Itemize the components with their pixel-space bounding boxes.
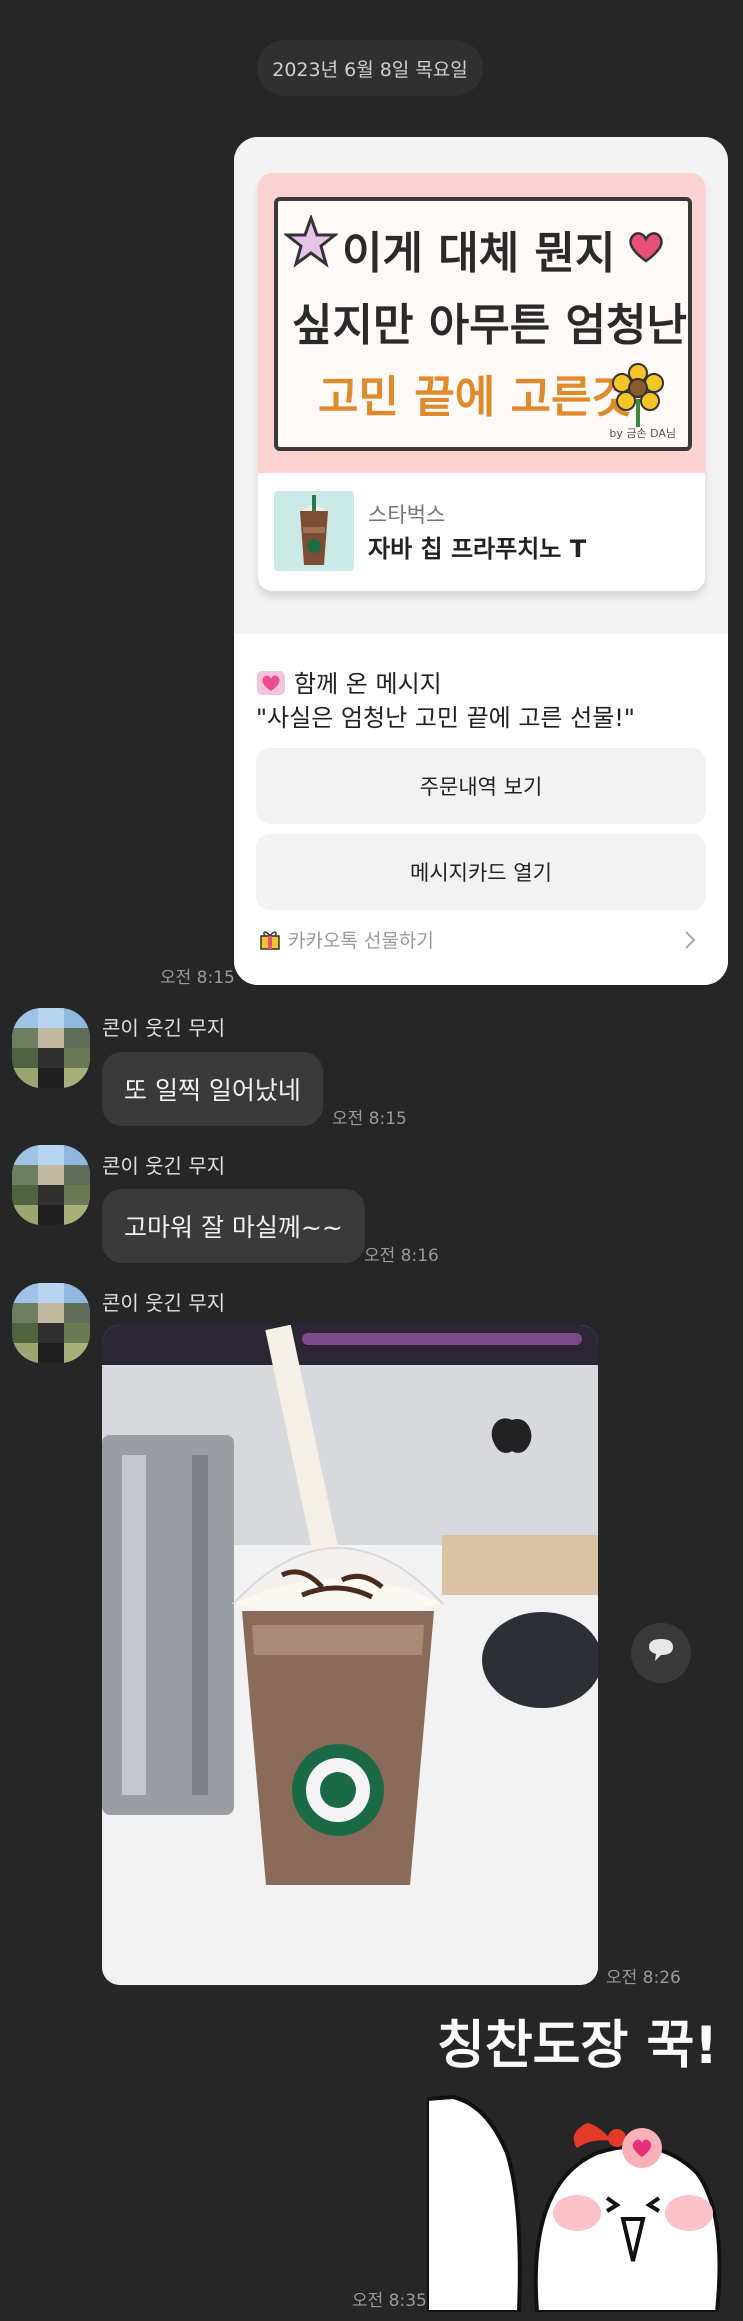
sender-name: 콘이 웃긴 무지 bbox=[102, 1154, 226, 1178]
date-divider: 2023년 6월 8일 목요일 bbox=[257, 40, 483, 96]
message-time: 오전 8:15 bbox=[160, 968, 235, 988]
frappuccino-image bbox=[300, 495, 328, 565]
gift-box-icon bbox=[260, 931, 280, 950]
chevron-right-icon bbox=[685, 931, 696, 949]
view-order-button[interactable]: 주문내역 보기 bbox=[256, 748, 706, 824]
gift-card-body: 함께 온 메시지 "사실은 엄청난 고민 끝에 고른 선물!" 주문내역 보기 … bbox=[234, 634, 728, 985]
note-header: 함께 온 메시지 bbox=[294, 670, 442, 698]
sender-name: 콘이 웃긴 무지 bbox=[102, 1016, 226, 1040]
kakao-gift-label: 카카오톡 선물하기 bbox=[288, 930, 434, 952]
sender-name: 콘이 웃긴 무지 bbox=[102, 1291, 226, 1315]
speech-bubble-icon bbox=[649, 1639, 673, 1661]
praise-stamp-sticker bbox=[427, 2094, 722, 2312]
message-card-banner: 이게 대체 뭔지 싶지만 아무튼 엄청난 고민 끝에 고른것 by 금손 DA님 bbox=[258, 173, 705, 473]
open-message-card-button[interactable]: 메시지카드 열기 bbox=[256, 834, 706, 910]
card-text-line-1: 이게 대체 뭔지 bbox=[342, 228, 616, 279]
avatar[interactable] bbox=[12, 1283, 90, 1363]
heart-icon bbox=[629, 232, 663, 263]
product-thumbnail bbox=[274, 491, 354, 571]
card-text-line-2: 싶지만 아무튼 엄청난 bbox=[292, 300, 687, 351]
message-bubble[interactable]: 또 일찍 일어났네 bbox=[102, 1052, 323, 1126]
star-icon bbox=[284, 215, 338, 268]
pixelated-avatar-image bbox=[12, 1283, 90, 1363]
gift-card-preview[interactable]: 이게 대체 뭔지 싶지만 아무튼 엄청난 고민 끝에 고른것 by 금손 DA님… bbox=[258, 173, 705, 591]
avatar[interactable] bbox=[12, 1145, 90, 1225]
sticker-text: 칭찬도장 꾹! bbox=[437, 2016, 719, 2076]
flower-icon bbox=[612, 363, 664, 427]
pixelated-avatar-image bbox=[12, 1008, 90, 1088]
frappuccino-photo bbox=[102, 1325, 598, 1985]
message-time: 오전 8:15 bbox=[332, 1109, 407, 1129]
message-time: 오전 8:16 bbox=[364, 1246, 439, 1266]
product-brand: 스타벅스 bbox=[368, 503, 446, 527]
pixelated-avatar-image bbox=[12, 1145, 90, 1225]
card-text-line-3: 고민 끝에 고른것 bbox=[318, 372, 632, 423]
product-name: 자바 칩 프라푸치노 T bbox=[368, 535, 587, 563]
photo-message[interactable] bbox=[102, 1325, 598, 1985]
avatar[interactable] bbox=[12, 1008, 90, 1088]
pink-heart-icon bbox=[257, 671, 285, 695]
message-time: 오전 8:26 bbox=[606, 1968, 681, 1988]
sticker-message[interactable]: 칭찬도장 꾹! bbox=[427, 2003, 728, 2312]
message-time: 오전 8:35 bbox=[352, 2291, 427, 2311]
gift-message-card[interactable]: 이게 대체 뭔지 싶지만 아무튼 엄청난 고민 끝에 고른것 by 금손 DA님… bbox=[234, 137, 728, 985]
card-byline: by 금손 DA님 bbox=[609, 427, 676, 440]
kakao-gift-footer[interactable]: 카카오톡 선물하기 bbox=[256, 924, 706, 954]
message-bubble[interactable]: 고마워 잘 마실께~~ bbox=[102, 1189, 365, 1263]
note-text: "사실은 엄청난 고민 끝에 고른 선물!" bbox=[256, 704, 635, 732]
share-button[interactable] bbox=[631, 1623, 691, 1683]
gift-card-top: 이게 대체 뭔지 싶지만 아무튼 엄청난 고민 끝에 고른것 by 금손 DA님… bbox=[234, 137, 728, 634]
message-card-frame: 이게 대체 뭔지 싶지만 아무튼 엄청난 고민 끝에 고른것 by 금손 DA님 bbox=[274, 197, 692, 451]
